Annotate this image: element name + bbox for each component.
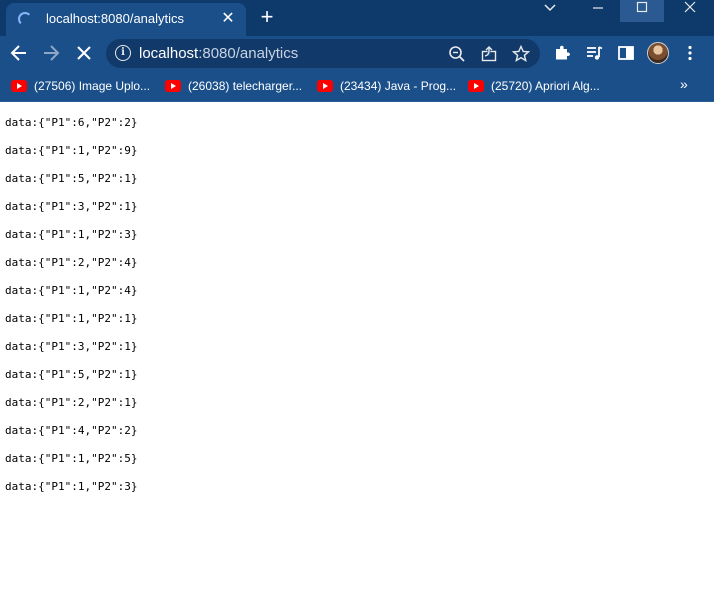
- share-icon: [481, 46, 497, 62]
- minimize-icon: [593, 7, 603, 9]
- page-content: data:{"P1":6,"P2":2} data:{"P1":1,"P2":9…: [0, 103, 714, 614]
- close-icon: [77, 46, 91, 60]
- maximize-icon: [636, 1, 648, 13]
- extensions-button[interactable]: [551, 42, 573, 64]
- side-panel-button[interactable]: [615, 42, 637, 64]
- loading-spinner-icon: [18, 12, 32, 26]
- forward-button[interactable]: [39, 41, 63, 65]
- share-button[interactable]: [479, 44, 499, 64]
- youtube-icon: [165, 80, 181, 92]
- youtube-icon: [11, 80, 27, 92]
- puzzle-icon: [556, 45, 570, 60]
- data-line: data:{"P1":1,"P2":9}: [5, 144, 138, 157]
- data-line: data:{"P1":1,"P2":1}: [5, 312, 138, 325]
- maximize-button[interactable]: [620, 0, 664, 22]
- data-line: data:{"P1":6,"P2":2}: [5, 116, 138, 129]
- data-line: data:{"P1":2,"P2":1}: [5, 396, 138, 409]
- stop-loading-button[interactable]: [72, 41, 96, 65]
- browser-menu-button[interactable]: [679, 42, 701, 64]
- data-line: data:{"P1":1,"P2":5}: [5, 452, 138, 465]
- minimize-button[interactable]: [576, 0, 620, 22]
- bookmark-item[interactable]: (25720) Apriori Alg...: [468, 77, 600, 95]
- data-line: data:{"P1":3,"P2":1}: [5, 340, 138, 353]
- zoom-out-icon: [449, 46, 465, 62]
- bookmark-label: (27506) Image Uplo...: [34, 79, 151, 93]
- bookmarks-bar: (27506) Image Uplo... (26038) telecharge…: [0, 70, 714, 102]
- zoom-button[interactable]: [447, 44, 467, 64]
- browser-tab[interactable]: localhost:8080/analytics ✕: [6, 3, 246, 36]
- site-info-icon[interactable]: i: [115, 45, 131, 61]
- youtube-icon: [317, 80, 333, 92]
- data-line: data:{"P1":1,"P2":4}: [5, 284, 138, 297]
- media-controls-button[interactable]: [583, 42, 605, 64]
- data-line: data:{"P1":4,"P2":2}: [5, 424, 138, 437]
- tab-close-icon[interactable]: ✕: [218, 9, 238, 29]
- url-text[interactable]: localhost:8080/analytics: [139, 45, 298, 62]
- bookmark-label: (25720) Apriori Alg...: [491, 79, 600, 93]
- browser-titlebar: localhost:8080/analytics ✕ +: [0, 0, 714, 36]
- tab-search-button[interactable]: [530, 0, 570, 22]
- bookmark-item[interactable]: (23434) Java - Prog...: [317, 77, 456, 95]
- url-path: :8080/analytics: [198, 45, 299, 62]
- chevron-down-icon: [544, 4, 556, 12]
- url-host: localhost: [139, 45, 199, 62]
- bookmark-label: (23434) Java - Prog...: [340, 79, 457, 93]
- arrow-right-icon: [44, 45, 60, 61]
- data-line: data:{"P1":5,"P2":1}: [5, 172, 138, 185]
- bookmark-label: (26038) telecharger...: [188, 79, 303, 93]
- bookmark-item[interactable]: (27506) Image Uplo...: [11, 77, 150, 95]
- new-tab-button[interactable]: +: [256, 6, 278, 28]
- more-vertical-icon: [688, 45, 692, 61]
- side-panel-icon: [618, 46, 634, 60]
- browser-toolbar: i localhost:8080/analytics: [0, 36, 714, 70]
- data-line: data:{"P1":5,"P2":1}: [5, 368, 138, 381]
- youtube-icon: [468, 80, 484, 92]
- data-line: data:{"P1":2,"P2":4}: [5, 256, 138, 269]
- back-button[interactable]: [7, 41, 31, 65]
- bookmark-star-button[interactable]: [511, 44, 531, 64]
- address-bar[interactable]: i localhost:8080/analytics: [106, 39, 540, 68]
- star-icon: [512, 45, 530, 62]
- music-queue-icon: [587, 46, 603, 60]
- tab-title: localhost:8080/analytics: [46, 11, 185, 26]
- profile-avatar[interactable]: [647, 42, 669, 64]
- close-window-button[interactable]: [668, 0, 712, 22]
- arrow-left-icon: [10, 45, 26, 61]
- more-bookmarks-button[interactable]: »: [680, 76, 688, 92]
- data-line: data:{"P1":3,"P2":1}: [5, 200, 138, 213]
- data-line: data:{"P1":1,"P2":3}: [5, 480, 138, 493]
- data-line: data:{"P1":1,"P2":3}: [5, 228, 138, 241]
- bookmark-item[interactable]: (26038) telecharger...: [165, 77, 302, 95]
- close-icon: [684, 1, 696, 13]
